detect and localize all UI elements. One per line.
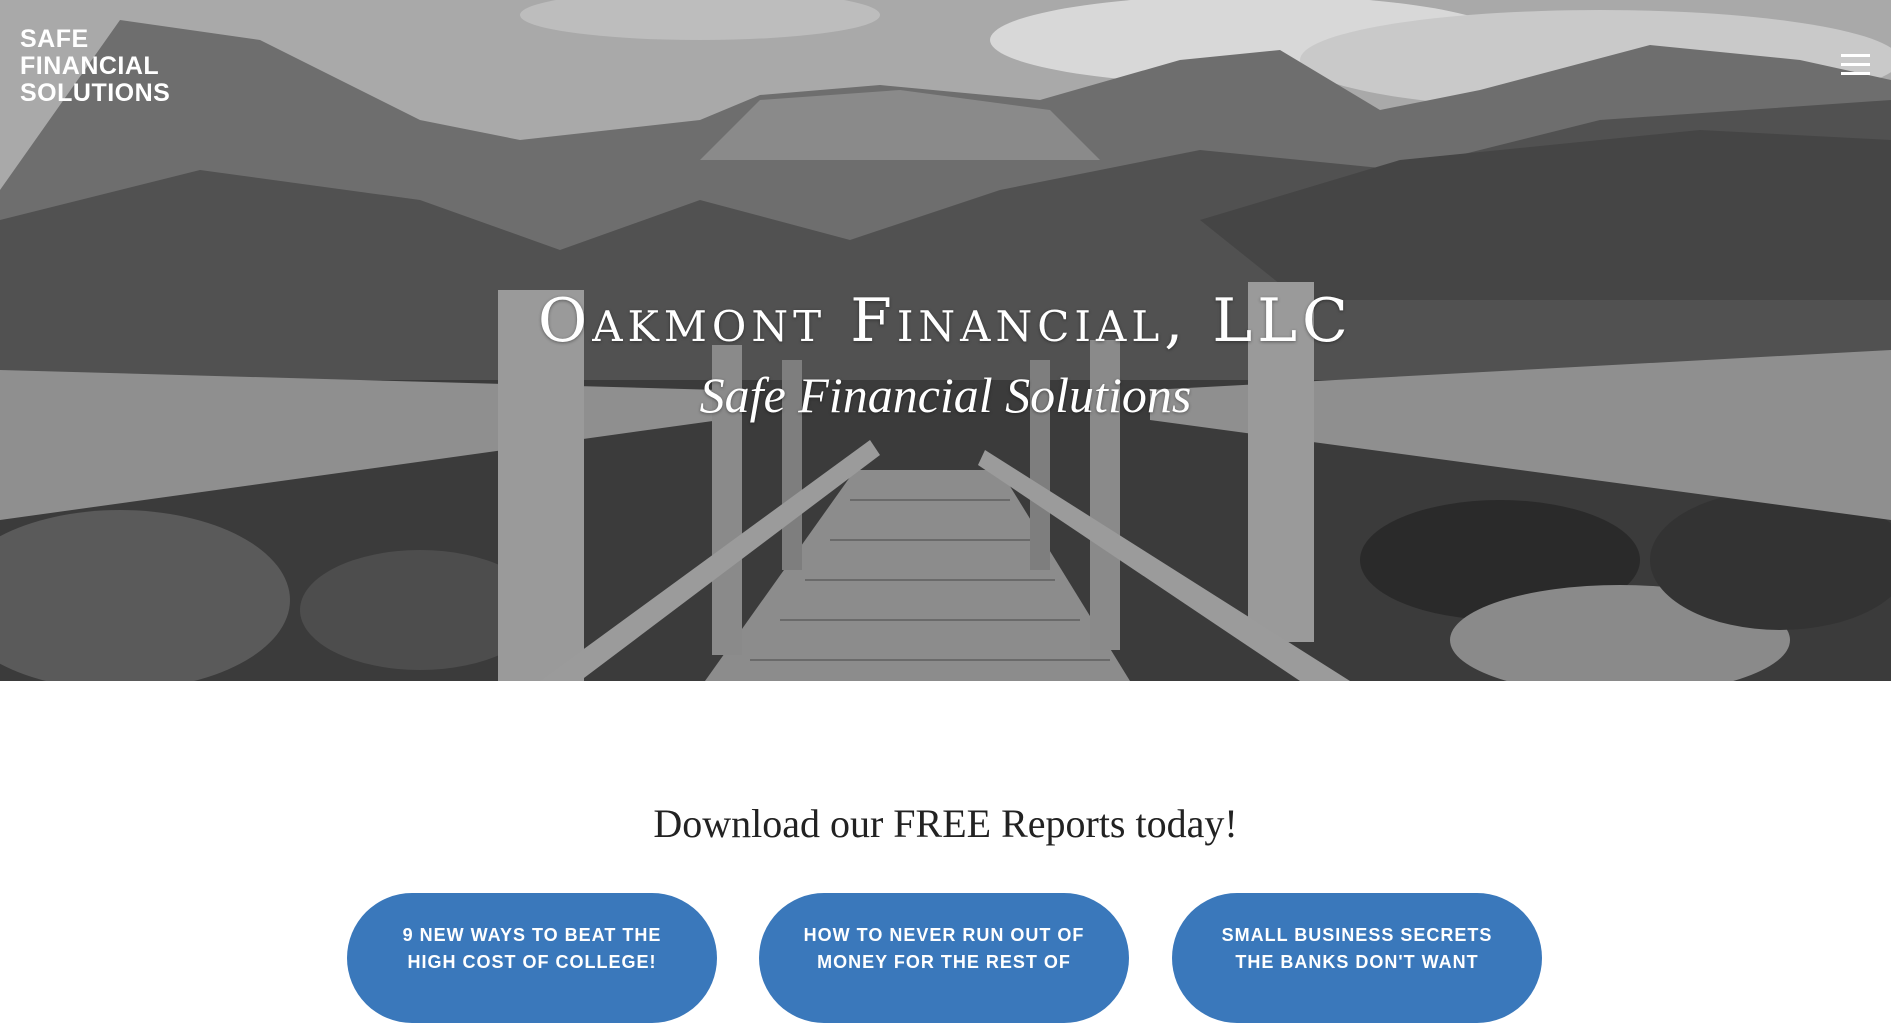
- report-button-retirement[interactable]: HOW TO NEVER RUN OUT OF MONEY FOR THE RE…: [759, 893, 1129, 1023]
- hero-banner: SAFE FINANCIAL SOLUTIONS Oakmont Financi…: [0, 0, 1891, 681]
- brand-line: FINANCIAL: [20, 52, 160, 80]
- brand-logo[interactable]: SAFE FINANCIAL SOLUTIONS: [20, 26, 240, 107]
- hero-title: Oakmont Financial, LLC: [538, 286, 1353, 356]
- reports-heading: Download our FREE Reports today!: [653, 801, 1238, 846]
- brand-line: SOLUTIONS: [20, 79, 171, 107]
- hero-subtitle: Safe Financial Solutions: [699, 367, 1192, 423]
- report-button-small-business[interactable]: SMALL BUSINESS SECRETS THE BANKS DON'T W…: [1172, 893, 1542, 1023]
- brand-line: SAFE: [20, 25, 89, 53]
- hamburger-menu-icon[interactable]: [1841, 54, 1870, 76]
- report-button-college[interactable]: 9 NEW WAYS TO BEAT THE HIGH COST OF COLL…: [347, 893, 717, 1023]
